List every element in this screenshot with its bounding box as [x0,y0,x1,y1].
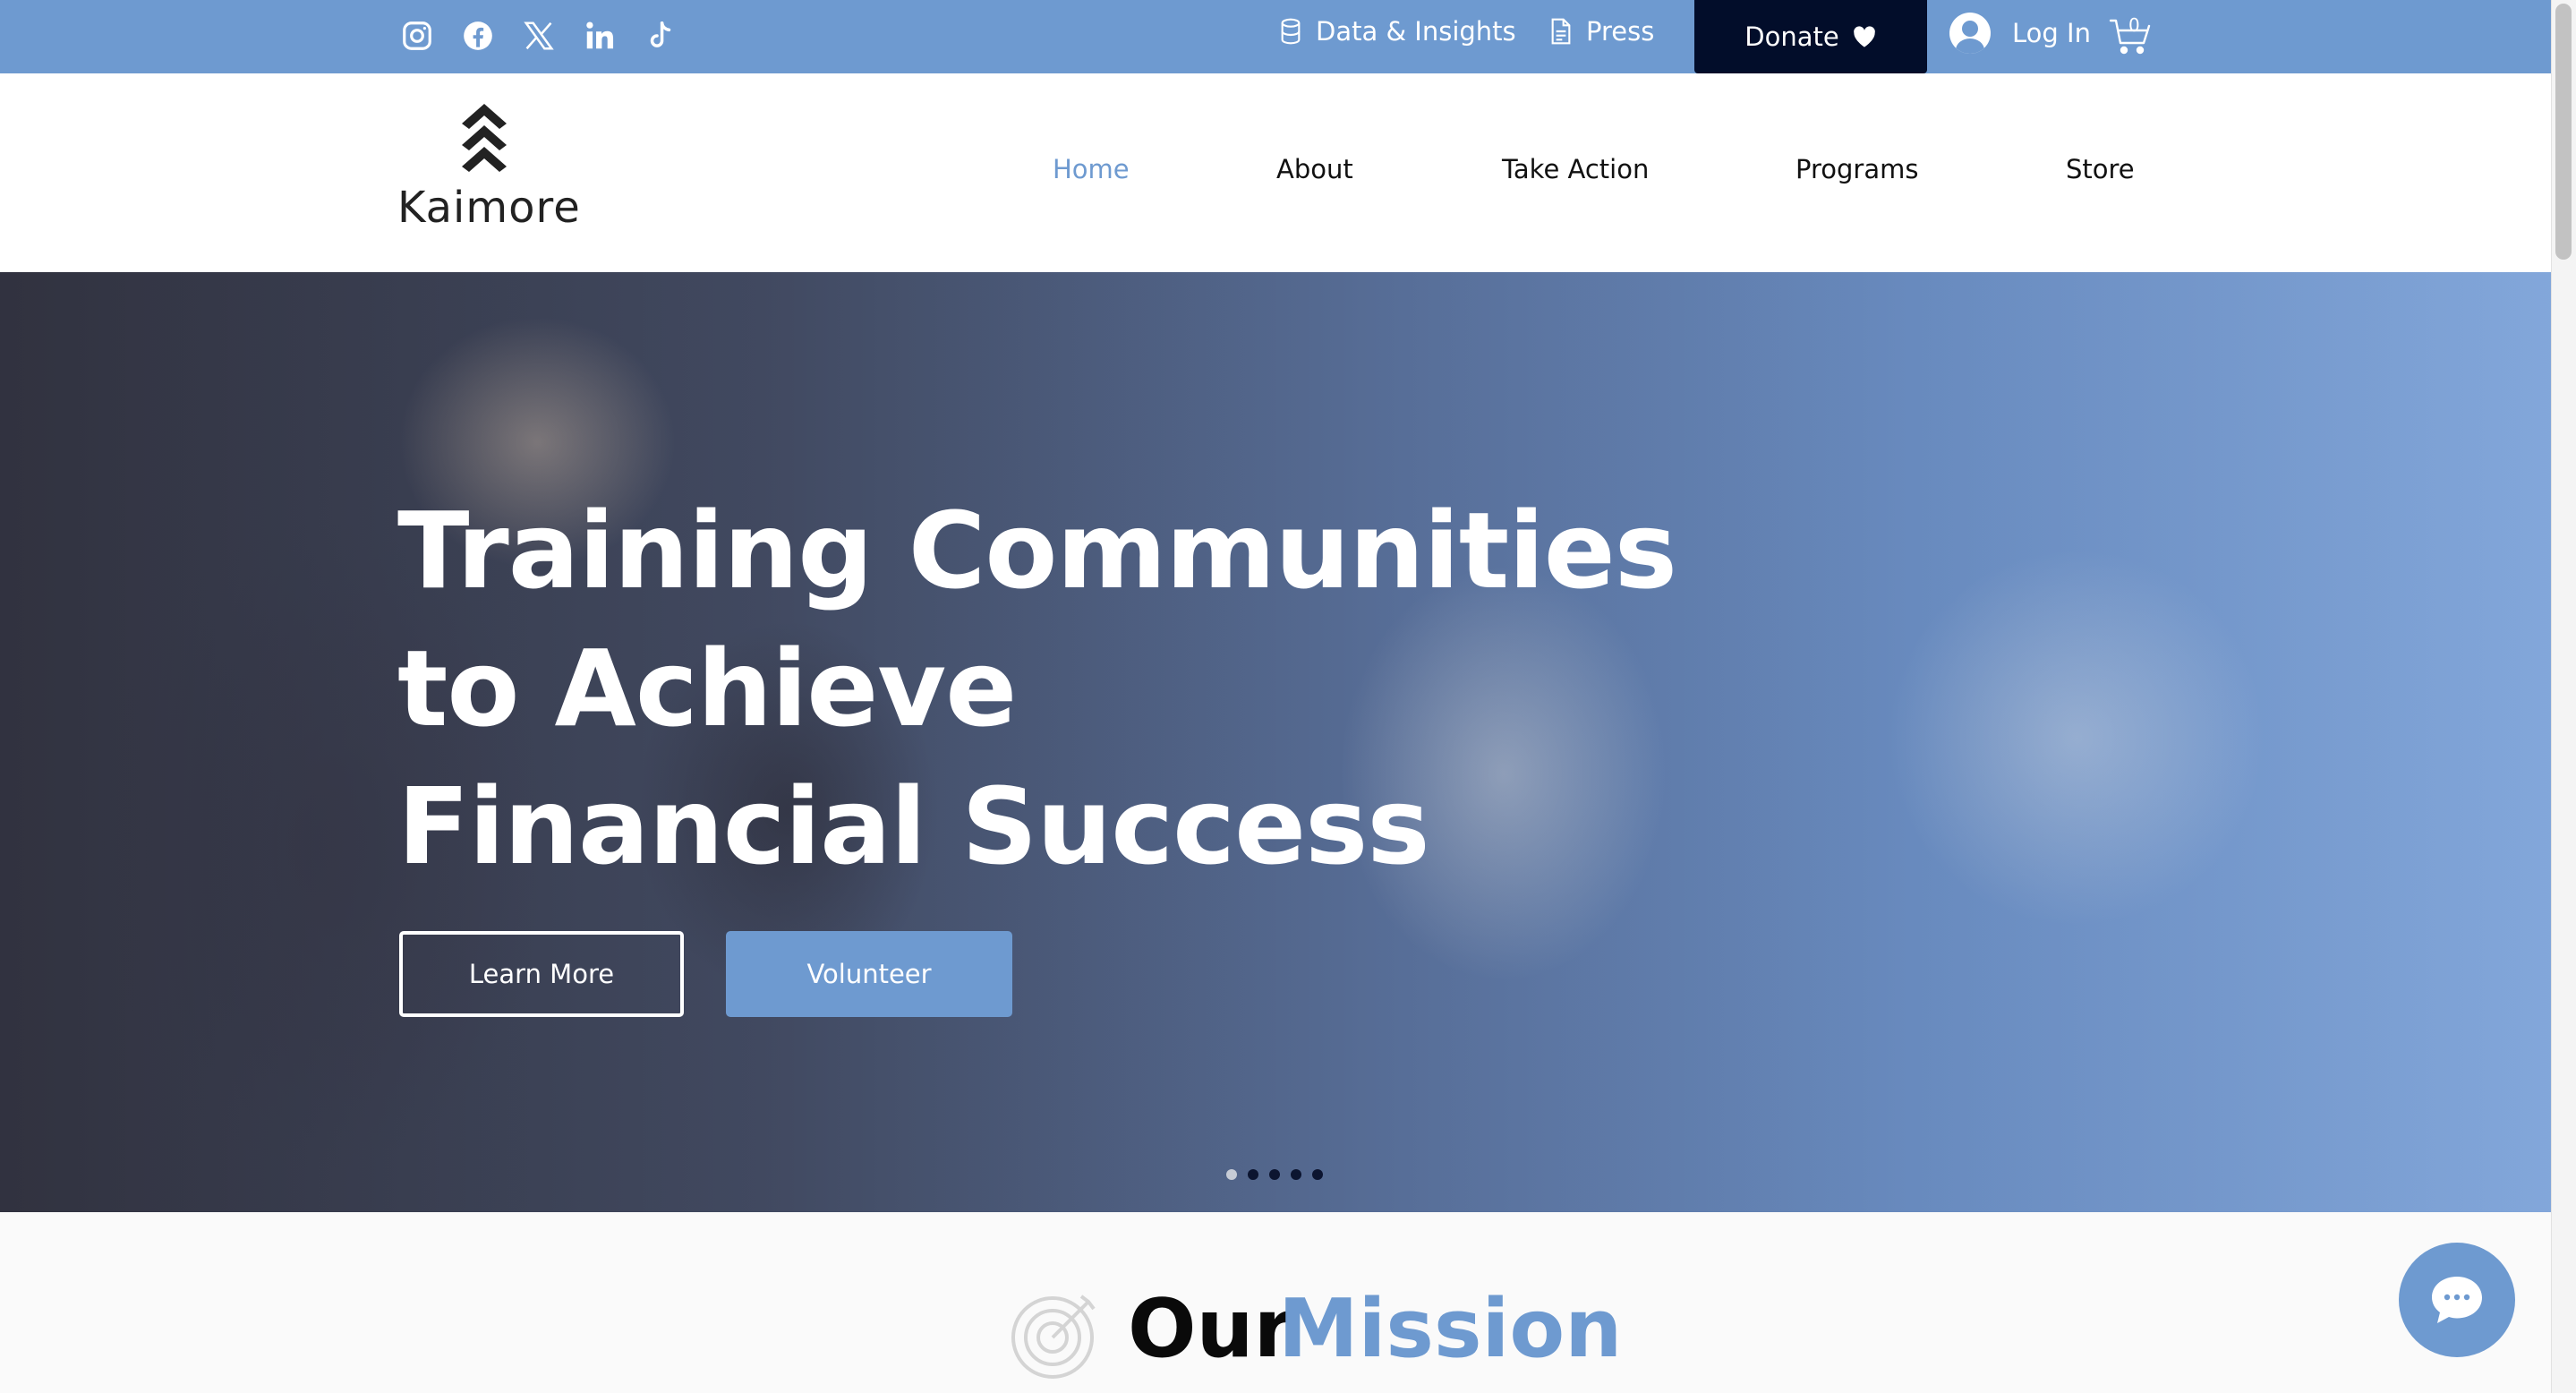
login-link[interactable]: Log In [1949,13,2091,54]
donate-label: Donate [1744,21,1839,52]
nav-take-action[interactable]: Take Action [1502,154,1649,184]
slide-dot-3[interactable] [1269,1169,1280,1180]
slide-dot-1[interactable] [1226,1169,1237,1180]
press-label: Press [1586,16,1655,47]
nav-programs[interactable]: Programs [1796,154,1918,184]
nav-home[interactable]: Home [1053,154,1130,184]
chat-icon [2432,1277,2482,1323]
document-icon [1551,18,1571,45]
x-twitter-icon[interactable] [521,16,557,56]
linkedin-icon[interactable] [582,16,618,56]
facebook-icon[interactable] [460,16,496,56]
chevrons-logo-icon [462,104,507,172]
tiktok-icon[interactable] [643,16,678,56]
login-label: Log In [2012,18,2091,48]
scrollbar-thumb[interactable] [2555,4,2572,260]
social-links [399,16,678,56]
slide-dot-2[interactable] [1248,1169,1258,1180]
data-insights-link[interactable]: Data & Insights [1278,16,1516,47]
hero-banner: Training Communities to Achieve Financia… [0,272,2551,1212]
hero-title-line-1: Training Communities [397,489,1677,612]
cart-count: 0 [2128,14,2140,36]
database-icon [1281,18,1301,45]
learn-more-button[interactable]: Learn More [399,931,684,1017]
logo-text: Kaimore [397,183,581,233]
slide-dot-5[interactable] [1312,1169,1323,1180]
top-bar: Data & Insights Press Donate Log In 0 [0,0,2551,73]
data-insights-label: Data & Insights [1316,16,1516,47]
target-icon [1011,1295,1096,1379]
instagram-icon[interactable] [399,16,435,56]
volunteer-button[interactable]: Volunteer [726,931,1012,1017]
mission-heading-mission: Mission [1278,1282,1623,1376]
slide-dot-4[interactable] [1291,1169,1301,1180]
nav-about[interactable]: About [1276,154,1353,184]
hero-title-line-3: Financial Success [397,765,1430,888]
slider-pagination [1226,1169,1323,1180]
press-link[interactable]: Press [1548,16,1654,47]
logo[interactable]: Kaimore [397,100,585,244]
hero-title: Training Communities to Achieve Financia… [397,482,1677,895]
nav-store[interactable]: Store [2066,154,2135,184]
hero-title-line-2: to Achieve [397,627,1017,750]
donate-button[interactable]: Donate [1694,0,1927,73]
cart-button[interactable]: 0 [2109,13,2154,57]
avatar-icon [1949,13,1991,54]
mission-heading-our: Our [1128,1282,1293,1376]
chat-button[interactable] [2399,1243,2515,1357]
heart-icon [1853,26,1875,47]
site-header: Kaimore Home About Take Action Programs … [0,73,2551,272]
